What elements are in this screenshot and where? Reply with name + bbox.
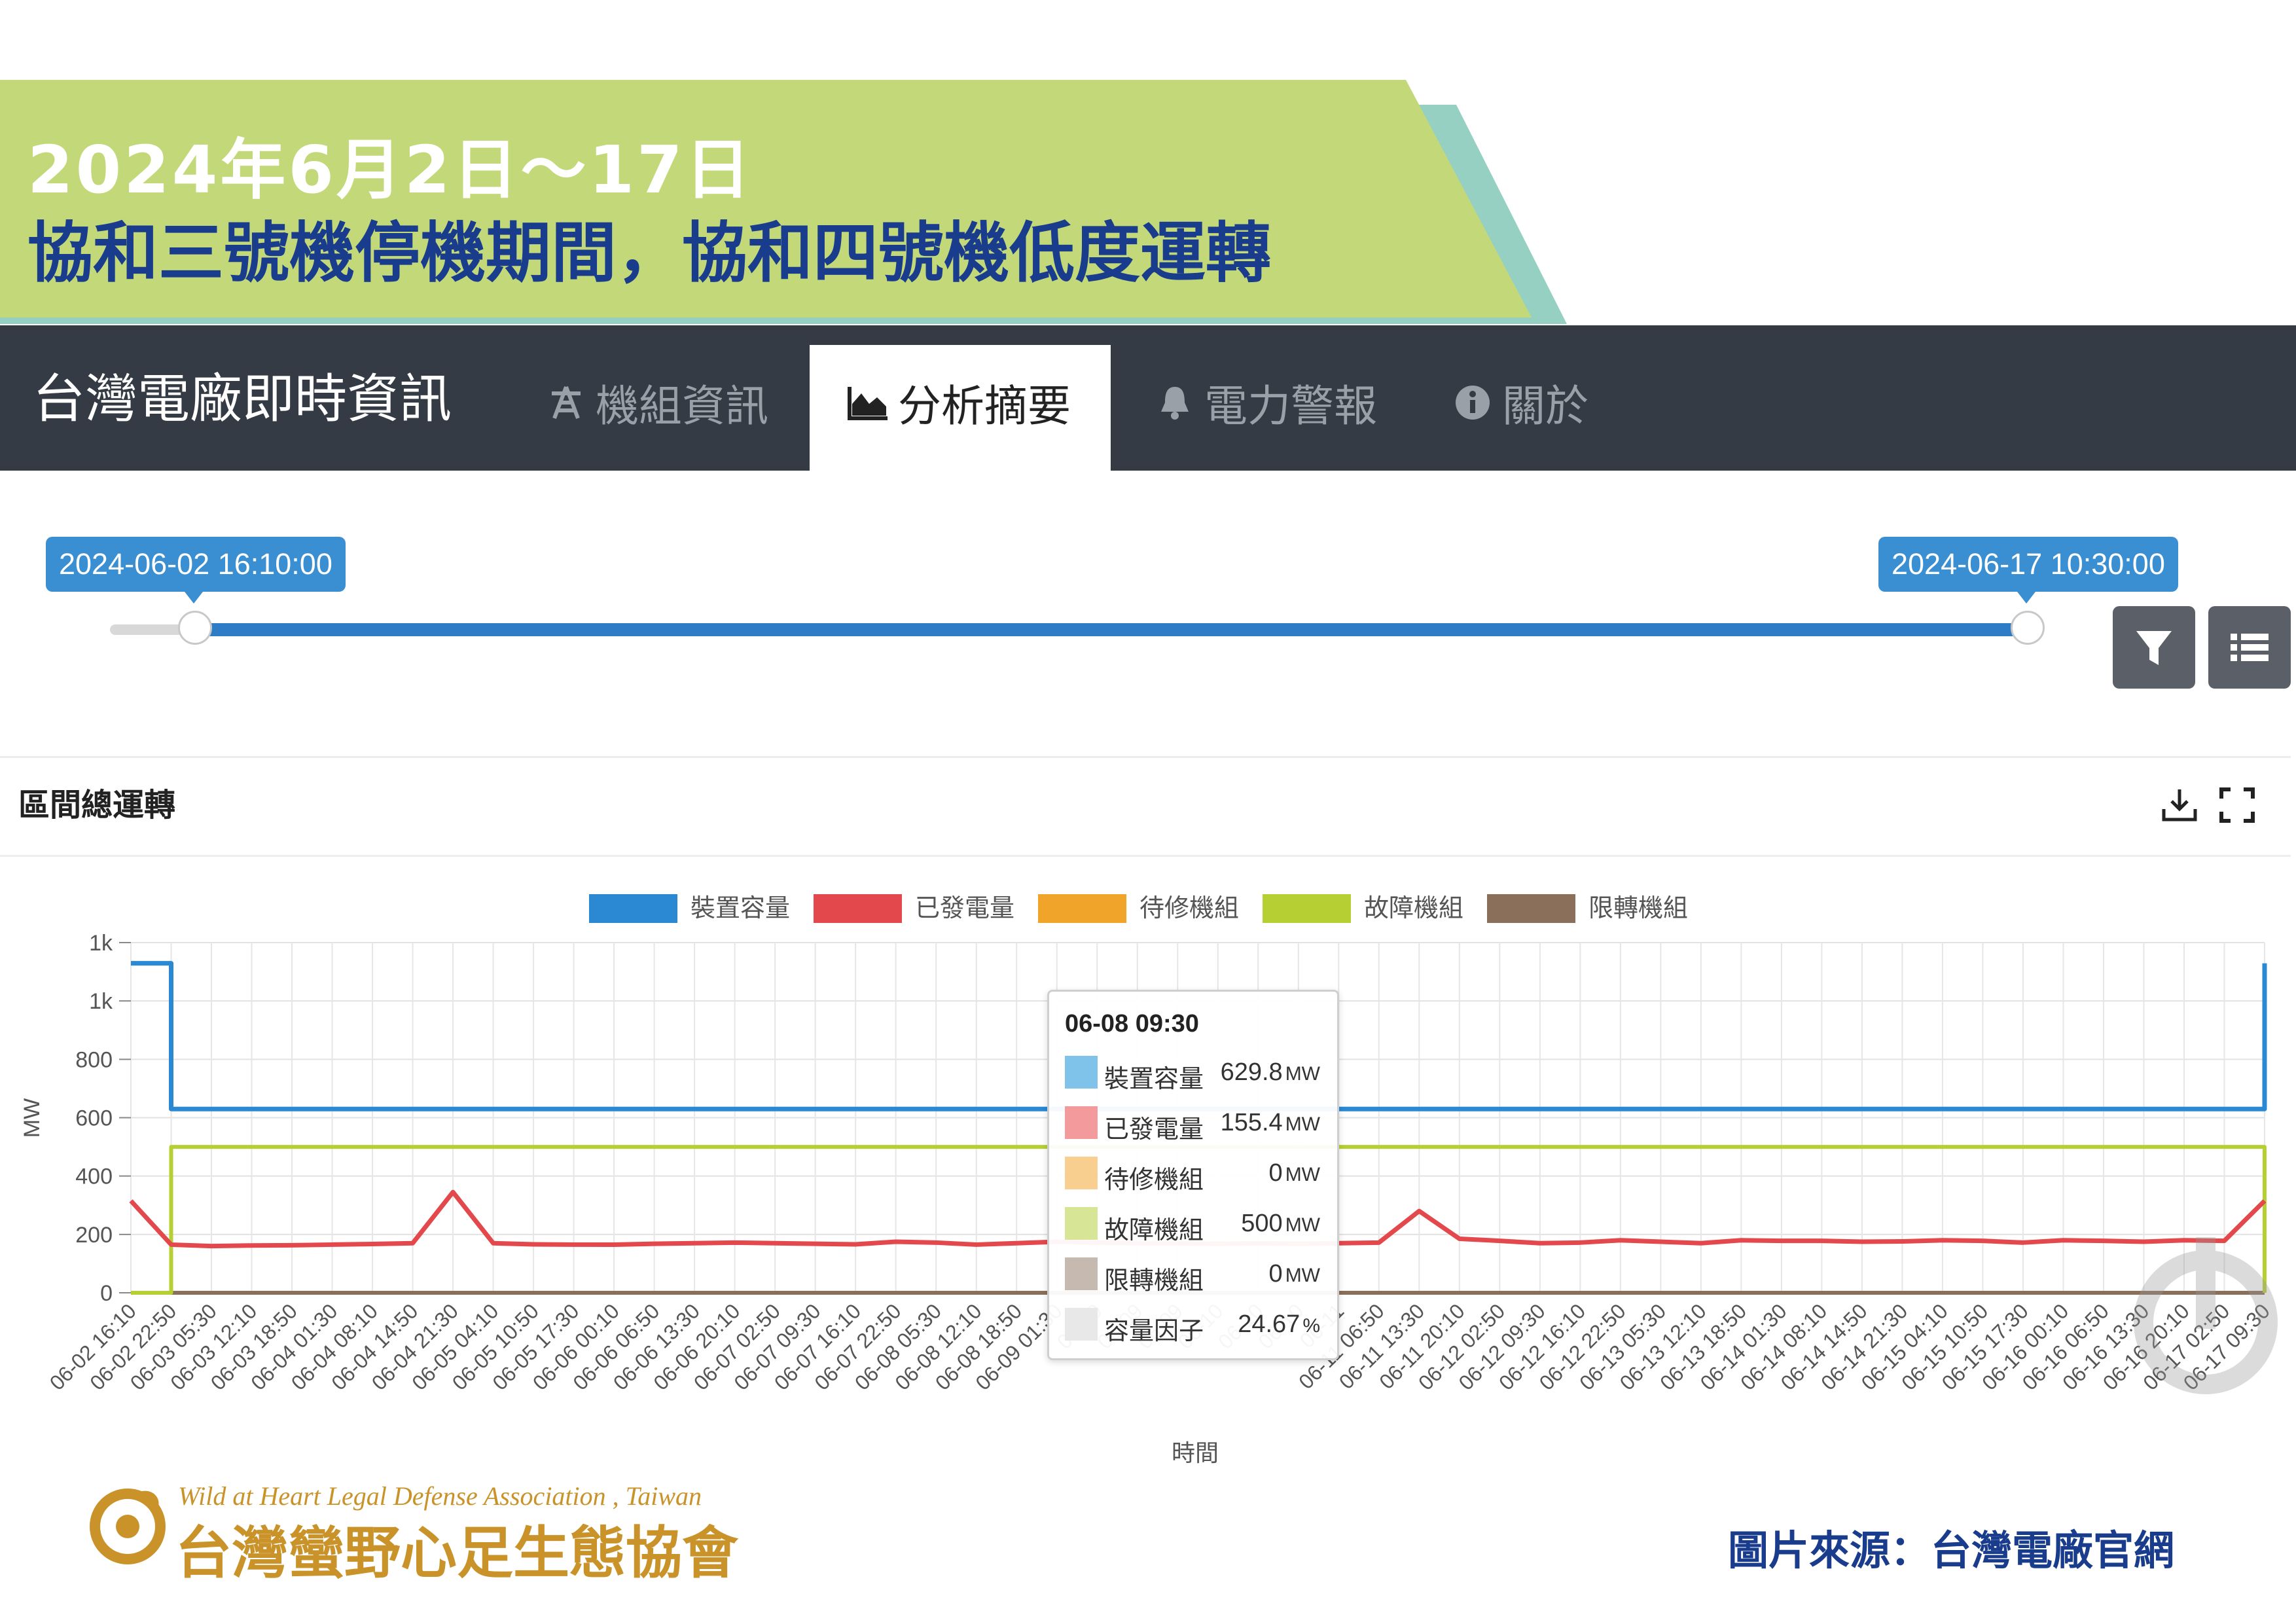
tooltip-value-number: 629.8 [1220, 1058, 1283, 1086]
tooltip-value-unit: MW [1285, 1063, 1320, 1085]
x-axis-label: 時間 [1172, 1440, 1219, 1467]
legend-label: 故障機組 [1364, 893, 1463, 922]
tooltip-value: 500 MW [1241, 1210, 1320, 1238]
tooltip-series-name: 容量因子 [1104, 1316, 1204, 1345]
tooltip-swatch [1065, 1308, 1098, 1341]
legend-label: 已發電量 [915, 893, 1014, 922]
y-tick-label: 1k [89, 989, 113, 1014]
tooltip-value: 0 MW [1269, 1260, 1320, 1288]
slider-start-label: 2024-06-02 16:10:00 [46, 537, 346, 592]
tower-icon [543, 381, 589, 431]
legend-swatch [589, 894, 677, 923]
tooltip-swatch [1065, 1106, 1098, 1139]
fullscreen-icon[interactable] [2219, 787, 2255, 823]
tooltip-swatch [1065, 1207, 1098, 1240]
y-axis-label: MW [20, 1098, 45, 1138]
tab-unit-info[interactable]: 機組資訊 [543, 371, 768, 434]
org-logo-icon [90, 1489, 166, 1564]
tooltip-series-name: 裝置容量 [1104, 1064, 1204, 1093]
tooltip-value: 0 MW [1269, 1159, 1320, 1187]
tooltip-series-name: 限轉機組 [1104, 1266, 1204, 1295]
list-button[interactable] [2208, 606, 2291, 689]
tooltip-series-name: 已發電量 [1104, 1115, 1204, 1144]
legend-swatch [814, 894, 902, 923]
bell-icon [1152, 381, 1198, 431]
banner-title-line1: 2024年6月2日～17日 [27, 132, 753, 208]
tooltip-value: 24.67% [1238, 1310, 1320, 1339]
chart-legend: 裝置容量 已發電量 待修機組 故障機組 限轉機組 [589, 893, 1688, 923]
tab-about[interactable]: 關於 [1450, 371, 1588, 434]
tooltip-value-number: 500 [1241, 1210, 1283, 1237]
tooltip-swatch [1065, 1157, 1098, 1189]
slider-start-handle[interactable] [178, 611, 212, 645]
y-tick-label: 200 [75, 1223, 113, 1248]
y-tick-label: 800 [75, 1047, 113, 1072]
y-tick-label: 0 [100, 1281, 113, 1306]
tab-power-alert[interactable]: 電力警報 [1152, 371, 1377, 434]
tab-analysis-summary[interactable]: 分析摘要 [846, 371, 1071, 434]
legend-swatch [1263, 894, 1351, 923]
y-tick-label: 400 [75, 1164, 113, 1189]
tab-label: 電力警報 [1204, 381, 1377, 431]
panel-separator [0, 855, 2291, 857]
tooltip-row: 限轉機組 0 MW [1065, 1252, 1327, 1298]
tooltip-value-number: 0 [1268, 1159, 1283, 1187]
area-chart-icon [846, 381, 891, 431]
list-icon [2231, 634, 2269, 661]
tooltip-value-unit: % [1302, 1315, 1320, 1337]
filter-button[interactable] [2113, 606, 2195, 689]
tooltip-value: 155.4 MW [1221, 1109, 1320, 1137]
download-icon[interactable] [2160, 785, 2199, 825]
legend-label: 待修機組 [1139, 893, 1239, 922]
tooltip-row: 待修機組 0 MW [1065, 1151, 1327, 1197]
tooltip-row: 已發電量 155.4 MW [1065, 1101, 1327, 1147]
tooltip-series-name: 故障機組 [1104, 1216, 1204, 1244]
tooltip-row: 裝置容量 629.8 MW [1065, 1051, 1327, 1096]
filter-icon [2136, 631, 2172, 665]
brand-title[interactable]: 台灣電廠即時資訊 [33, 357, 452, 433]
tab-label: 分析摘要 [898, 381, 1071, 431]
banner-title-line2: 協和三號機停機期間，協和四號機低度運轉 [27, 215, 1271, 291]
tooltip-value-number: 155.4 [1220, 1109, 1283, 1136]
tab-label: 機組資訊 [596, 381, 768, 431]
legend-label: 裝置容量 [691, 893, 790, 922]
chart-tooltip: 06-08 09:30 裝置容量 629.8 MW 已發電量 155.4 MW 待修機組 0 M… [1047, 990, 1339, 1360]
legend-swatch [1487, 894, 1575, 923]
tooltip-value-unit: MW [1285, 1113, 1320, 1135]
legend-swatch [1038, 894, 1126, 923]
tooltip-row: 故障機組 500 MW [1065, 1202, 1327, 1248]
tooltip-value-unit: MW [1285, 1214, 1320, 1236]
y-tick-label: 1k [89, 931, 113, 956]
y-axis: 0 200 400 600 800 1k 1k [75, 931, 131, 1306]
slider-end-handle[interactable] [2011, 611, 2045, 645]
slider-end-label: 2024-06-17 10:30:00 [1878, 537, 2178, 592]
slider-end-pointer [2017, 592, 2036, 604]
tooltip-swatch [1065, 1257, 1098, 1290]
panel-title: 區間總運轉 [18, 787, 176, 823]
tooltip-title: 06-08 09:30 [1065, 1010, 1199, 1038]
navbar: 台灣電廠即時資訊 機組資訊 分析摘要 電力警報 關於 [0, 325, 2296, 471]
slider-selected-range[interactable] [195, 623, 2028, 636]
tooltip-value-number: 24.67 [1238, 1310, 1300, 1338]
image-source-credit: 圖片來源：台灣電廠官網 [1728, 1526, 2175, 1574]
tooltip-value-unit: MW [1285, 1265, 1320, 1286]
slider-start-pointer [185, 592, 203, 604]
tooltip-row: 容量因子 24.67% [1065, 1303, 1327, 1348]
tooltip-series-name: 待修機組 [1104, 1165, 1204, 1194]
tab-label: 關於 [1502, 381, 1588, 431]
tooltip-value-number: 0 [1268, 1260, 1283, 1288]
info-icon [1450, 381, 1496, 431]
tooltip-swatch [1065, 1056, 1098, 1089]
tooltip-value: 629.8 MW [1221, 1058, 1320, 1087]
legend-label: 限轉機組 [1588, 893, 1688, 922]
org-name-chinese: 台灣蠻野心足生態協會 [175, 1521, 738, 1586]
tooltip-value-unit: MW [1285, 1164, 1320, 1185]
y-tick-label: 600 [75, 1106, 113, 1131]
